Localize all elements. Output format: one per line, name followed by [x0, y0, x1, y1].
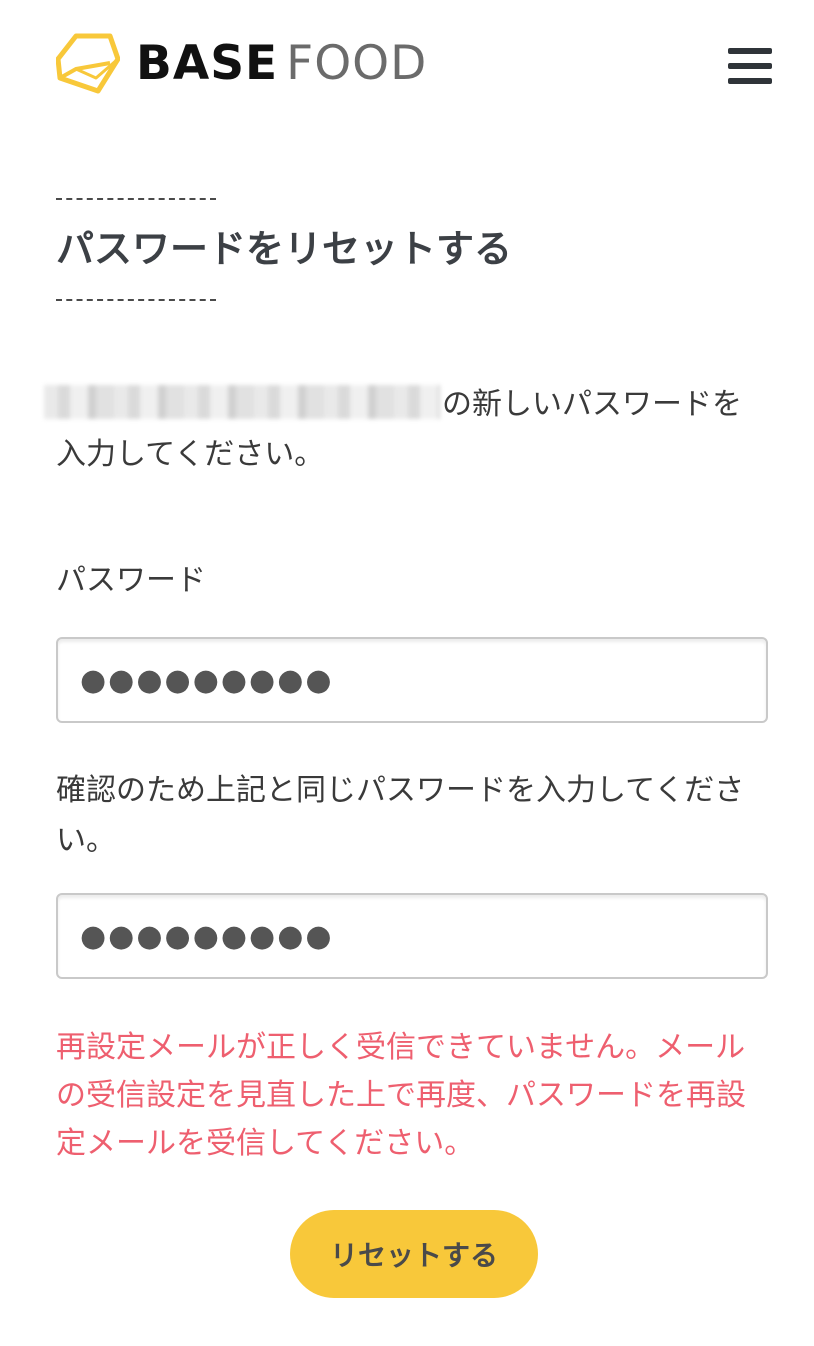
- hamburger-menu-icon[interactable]: [726, 44, 774, 88]
- password-label: パスワード: [56, 563, 206, 598]
- intro-text: の新しいパスワードを入力してください。: [44, 380, 756, 480]
- confirm-password-label: 確認のため上記と同じパスワードを入力してください。: [56, 773, 745, 858]
- brand-wordmark-food: FOOD: [286, 35, 428, 91]
- confirm-password-input[interactable]: [56, 893, 768, 979]
- redacted-email: [44, 385, 440, 419]
- page-title: パスワードをリセットする: [56, 227, 513, 271]
- menu-bar: [728, 63, 772, 69]
- password-input[interactable]: [56, 637, 768, 723]
- menu-bar: [728, 48, 772, 54]
- hexagon-logo-icon: [56, 33, 120, 94]
- brand-wordmark-base: BASE: [136, 35, 279, 91]
- reset-button[interactable]: リセットする: [290, 1210, 538, 1298]
- brand-wordmark: BASE FOOD: [136, 40, 427, 87]
- title-divider-top: [56, 198, 216, 200]
- error-message: 再設定メールが正しく受信できていません。メールの受信設定を見直した上で再度、パス…: [56, 1030, 746, 1161]
- title-divider-bottom: [56, 299, 216, 301]
- menu-bar: [728, 78, 772, 84]
- site-header: BASE FOOD: [0, 0, 814, 130]
- brand-logo-link[interactable]: BASE FOOD: [56, 30, 427, 96]
